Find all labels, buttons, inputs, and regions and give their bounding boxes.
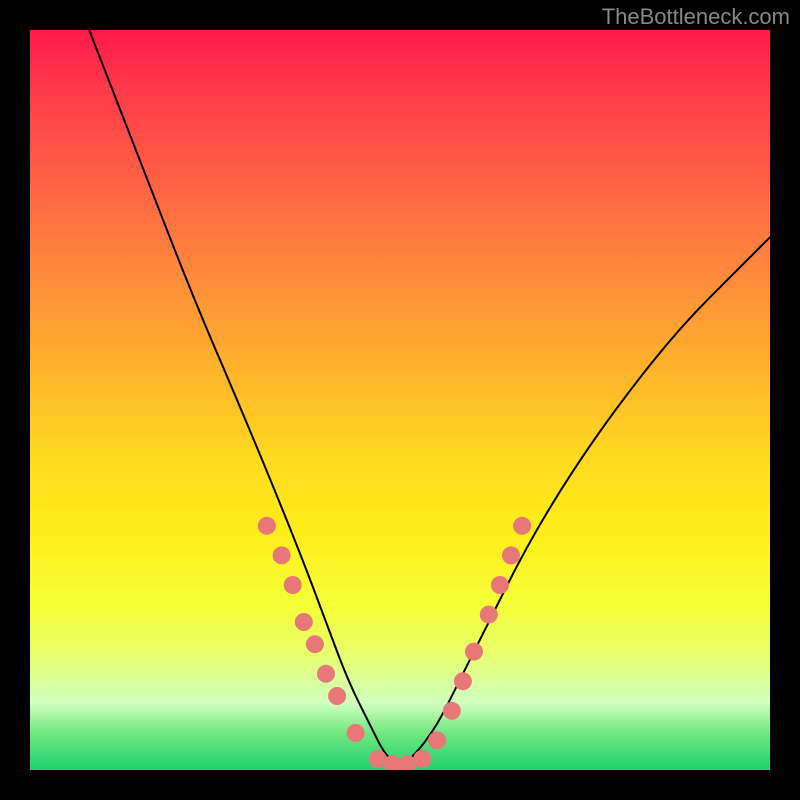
data-marker — [491, 576, 509, 594]
marker-group — [258, 517, 531, 770]
data-marker — [328, 687, 346, 705]
watermark-text: TheBottleneck.com — [602, 4, 790, 30]
bottleneck-curve — [89, 30, 770, 764]
data-marker — [454, 672, 472, 690]
data-marker — [513, 517, 531, 535]
data-marker — [273, 546, 291, 564]
data-marker — [306, 635, 324, 653]
data-marker — [428, 731, 446, 749]
data-marker — [317, 665, 335, 683]
data-marker — [347, 724, 365, 742]
plot-background — [30, 30, 770, 770]
data-marker — [465, 643, 483, 661]
data-marker — [443, 702, 461, 720]
data-marker — [413, 750, 431, 768]
chart-svg — [30, 30, 770, 770]
data-marker — [258, 517, 276, 535]
data-marker — [295, 613, 313, 631]
data-marker — [480, 606, 498, 624]
data-marker — [284, 576, 302, 594]
data-marker — [502, 546, 520, 564]
